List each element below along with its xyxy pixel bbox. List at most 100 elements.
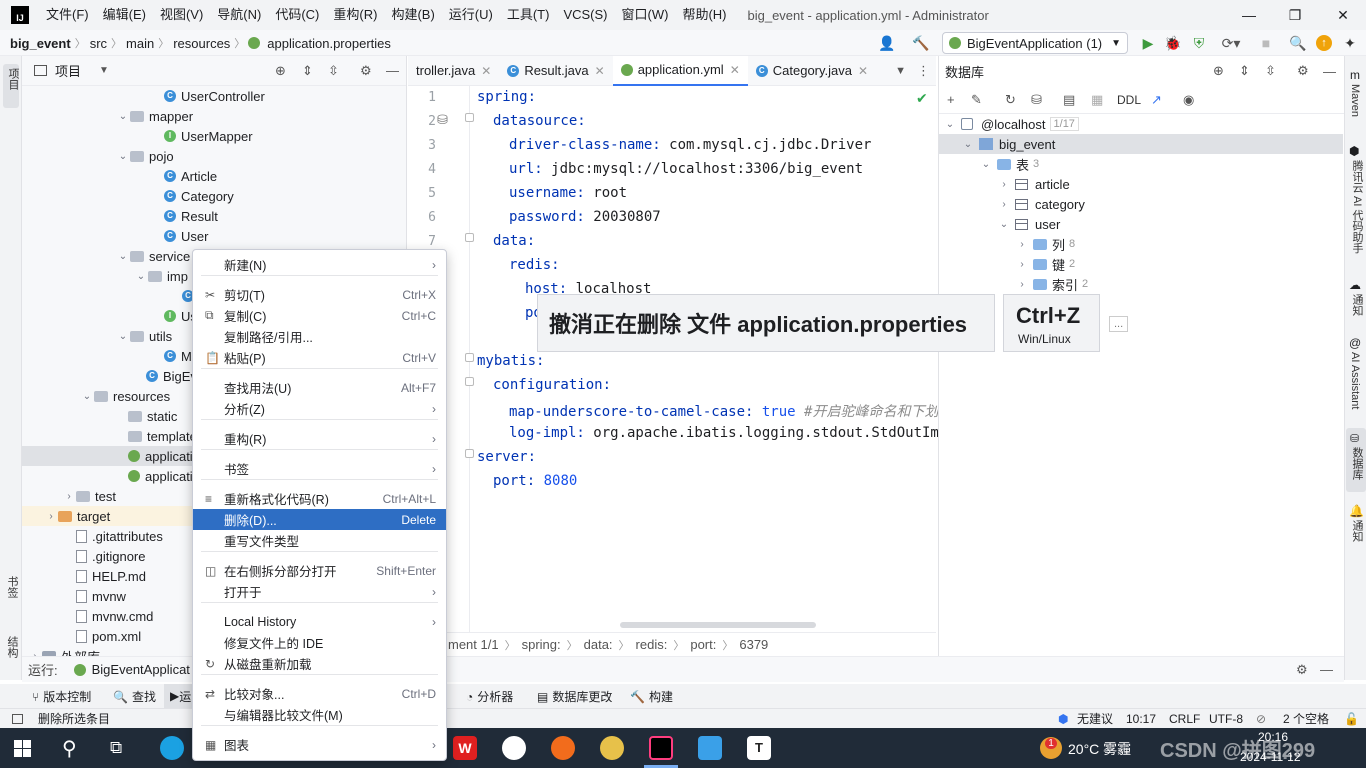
lock-icon[interactable]: 🔓 <box>1344 712 1359 726</box>
db-table-category[interactable]: › category <box>997 194 1085 214</box>
chevron-down-icon[interactable]: ⌄ <box>116 111 130 122</box>
menu-item[interactable]: 运行(U) <box>442 0 500 30</box>
context-menu-item[interactable]: ⧉ 复制(C) Ctrl+C <box>193 305 446 326</box>
context-menu-item[interactable]: 与编辑器比较文件(M) <box>193 704 446 725</box>
db-changes-tool-button[interactable]: ▤ 数据库更改 <box>537 688 612 705</box>
locate-icon[interactable]: ⊕ <box>275 63 286 79</box>
chevron-down-icon[interactable]: ⌄ <box>961 139 975 150</box>
suggestion-status[interactable]: 无建议 <box>1077 710 1113 727</box>
notifications-tool-button[interactable]: 通知 <box>1349 294 1365 316</box>
breadcrumb-item[interactable]: big_event <box>6 36 75 51</box>
chevron-right-icon[interactable]: › <box>1015 239 1029 250</box>
db-schema[interactable]: ⌄ big_event <box>939 134 1343 154</box>
find-tool-button[interactable]: 🔍 查找 <box>113 688 156 705</box>
chevron-down-icon[interactable]: ▼ <box>99 65 109 76</box>
chevron-down-icon[interactable]: ⌄ <box>80 391 94 402</box>
breadcrumb-item[interactable]: spring: <box>522 637 561 652</box>
menu-item[interactable]: 帮助(H) <box>675 0 733 30</box>
close-icon[interactable]: ✕ <box>730 63 740 77</box>
context-menu-item[interactable]: 新建(N) › <box>193 254 446 275</box>
line-separator[interactable]: CRLF <box>1169 712 1200 726</box>
gear-icon[interactable]: ⚙ <box>360 63 372 79</box>
fold-marker-icon[interactable] <box>465 377 474 386</box>
more-button[interactable]: ... <box>1109 316 1129 332</box>
context-menu-item[interactable]: ≡ 重新格式化代码(R) Ctrl+Alt+L <box>193 488 446 509</box>
context-menu-item[interactable]: 打开于 › <box>193 581 446 602</box>
debug-icon[interactable]: 🐞 <box>1162 30 1184 56</box>
chevron-down-icon[interactable]: ⌄ <box>116 331 130 342</box>
menu-item[interactable]: 代码(C) <box>268 0 326 30</box>
caret-position[interactable]: 10:17 <box>1126 712 1156 726</box>
breadcrumb-item[interactable]: resources <box>169 36 234 51</box>
breadcrumb-item[interactable]: 6379 <box>739 637 768 652</box>
expand-all-icon[interactable]: ⇕ <box>1239 63 1250 79</box>
context-menu-item[interactable]: 重构(R) › <box>193 428 446 449</box>
project-panel-title[interactable]: 项目 <box>55 61 81 80</box>
ai-assistant-icon[interactable]: ✦ <box>1340 30 1360 56</box>
fold-marker-icon[interactable] <box>465 353 474 362</box>
breadcrumb-item[interactable]: redis: <box>636 637 668 652</box>
run-tool-button[interactable]: ▶ 运 <box>164 684 192 708</box>
context-menu-item[interactable]: 修复文件上的 IDE <box>193 632 446 653</box>
coverage-icon[interactable]: ⛨ <box>1188 30 1210 56</box>
context-menu-item[interactable]: ↻ 从磁盘重新加载 <box>193 653 446 674</box>
run-icon[interactable]: ▶ <box>1138 30 1158 56</box>
minimize-button[interactable]: — <box>1226 0 1272 30</box>
expand-all-icon[interactable]: ⇕ <box>302 63 313 79</box>
collapse-all-icon[interactable]: ⇳ <box>1265 63 1276 79</box>
chevron-down-icon[interactable]: ⌄ <box>116 151 130 162</box>
notify-tool-button[interactable]: 通知 <box>1349 520 1365 542</box>
context-menu-item[interactable]: 删除(D)... Delete <box>193 509 446 530</box>
stop-icon[interactable]: ■ <box>1256 30 1276 56</box>
db-user-columns[interactable]: › 列 8 <box>1015 234 1075 254</box>
horizontal-scrollbar[interactable] <box>620 622 816 628</box>
hide-icon[interactable]: — <box>386 63 399 78</box>
chevron-down-icon[interactable]: ⌄ <box>979 159 993 170</box>
database-tool-button[interactable]: ⛁ 数据库 <box>1346 428 1366 492</box>
context-menu-item[interactable]: 📋 粘贴(P) Ctrl+V <box>193 347 446 368</box>
vcs-tool-button[interactable]: ⑂ 版本控制 <box>32 688 91 705</box>
breadcrumb-item[interactable]: application.properties <box>263 36 395 51</box>
chevron-down-icon[interactable]: ▼ <box>895 65 906 77</box>
ai-assistant-tool-button[interactable]: AI Assistant <box>1349 352 1361 409</box>
context-menu-item[interactable]: 重写文件类型 <box>193 530 446 551</box>
ddl-button[interactable]: DDL <box>1117 93 1141 107</box>
fold-marker-icon[interactable] <box>465 233 474 242</box>
maven-tool-button[interactable]: Maven <box>1349 84 1361 117</box>
file-encoding[interactable]: UTF-8 <box>1209 712 1243 726</box>
typora-icon[interactable]: T <box>747 736 771 760</box>
context-menu-item[interactable]: Local History › <box>193 611 446 632</box>
chevron-right-icon[interactable]: › <box>997 199 1011 210</box>
qq-icon[interactable] <box>502 736 526 760</box>
tree-item[interactable]: C UserController <box>22 86 405 106</box>
close-icon[interactable]: ✕ <box>858 64 868 78</box>
data-source-icon[interactable]: ⛁ <box>1031 92 1042 108</box>
weather-icon[interactable]: 1 <box>1040 737 1062 759</box>
breadcrumb-item[interactable]: ment 1/1 <box>448 637 499 652</box>
db-tables-folder[interactable]: ⌄ 表 3 <box>979 154 1039 174</box>
tree-item[interactable]: C Category <box>22 186 405 206</box>
restore-button[interactable]: ❐ <box>1272 0 1318 30</box>
tree-item[interactable]: C User <box>22 226 405 246</box>
run-config-tab[interactable]: BigEventApplicat <box>92 662 190 677</box>
tab-result[interactable]: C Result.java ✕ <box>499 56 612 86</box>
intellij-icon[interactable] <box>649 736 673 760</box>
context-menu-item[interactable]: 分析(Z) › <box>193 398 446 419</box>
add-icon[interactable]: + <box>947 92 955 107</box>
context-menu-item[interactable]: ▦ 图表 › <box>193 734 446 755</box>
search-icon[interactable]: ⚲ <box>62 736 77 761</box>
breadcrumb-item[interactable]: port: <box>690 637 716 652</box>
hide-icon[interactable]: — <box>1320 662 1333 677</box>
gear-icon[interactable]: ⚙ <box>1297 63 1309 79</box>
db-table-user[interactable]: ⌄ user <box>997 214 1061 234</box>
breadcrumb-item[interactable]: data: <box>584 637 613 652</box>
run-config-select[interactable]: BigEventApplication (1) ▼ <box>942 32 1128 54</box>
gear-icon[interactable]: ⚙ <box>1296 662 1308 678</box>
app-icon[interactable] <box>698 736 722 760</box>
tree-item[interactable]: I UserMapper <box>22 126 405 146</box>
menu-item[interactable]: 编辑(E) <box>96 0 153 30</box>
tab-controller[interactable]: troller.java ✕ <box>408 56 499 86</box>
chevron-down-icon[interactable]: ⌄ <box>116 251 130 262</box>
context-menu-item[interactable]: ⇄ 比较对象... Ctrl+D <box>193 683 446 704</box>
indent-setting[interactable]: 2 个空格 <box>1283 710 1329 727</box>
